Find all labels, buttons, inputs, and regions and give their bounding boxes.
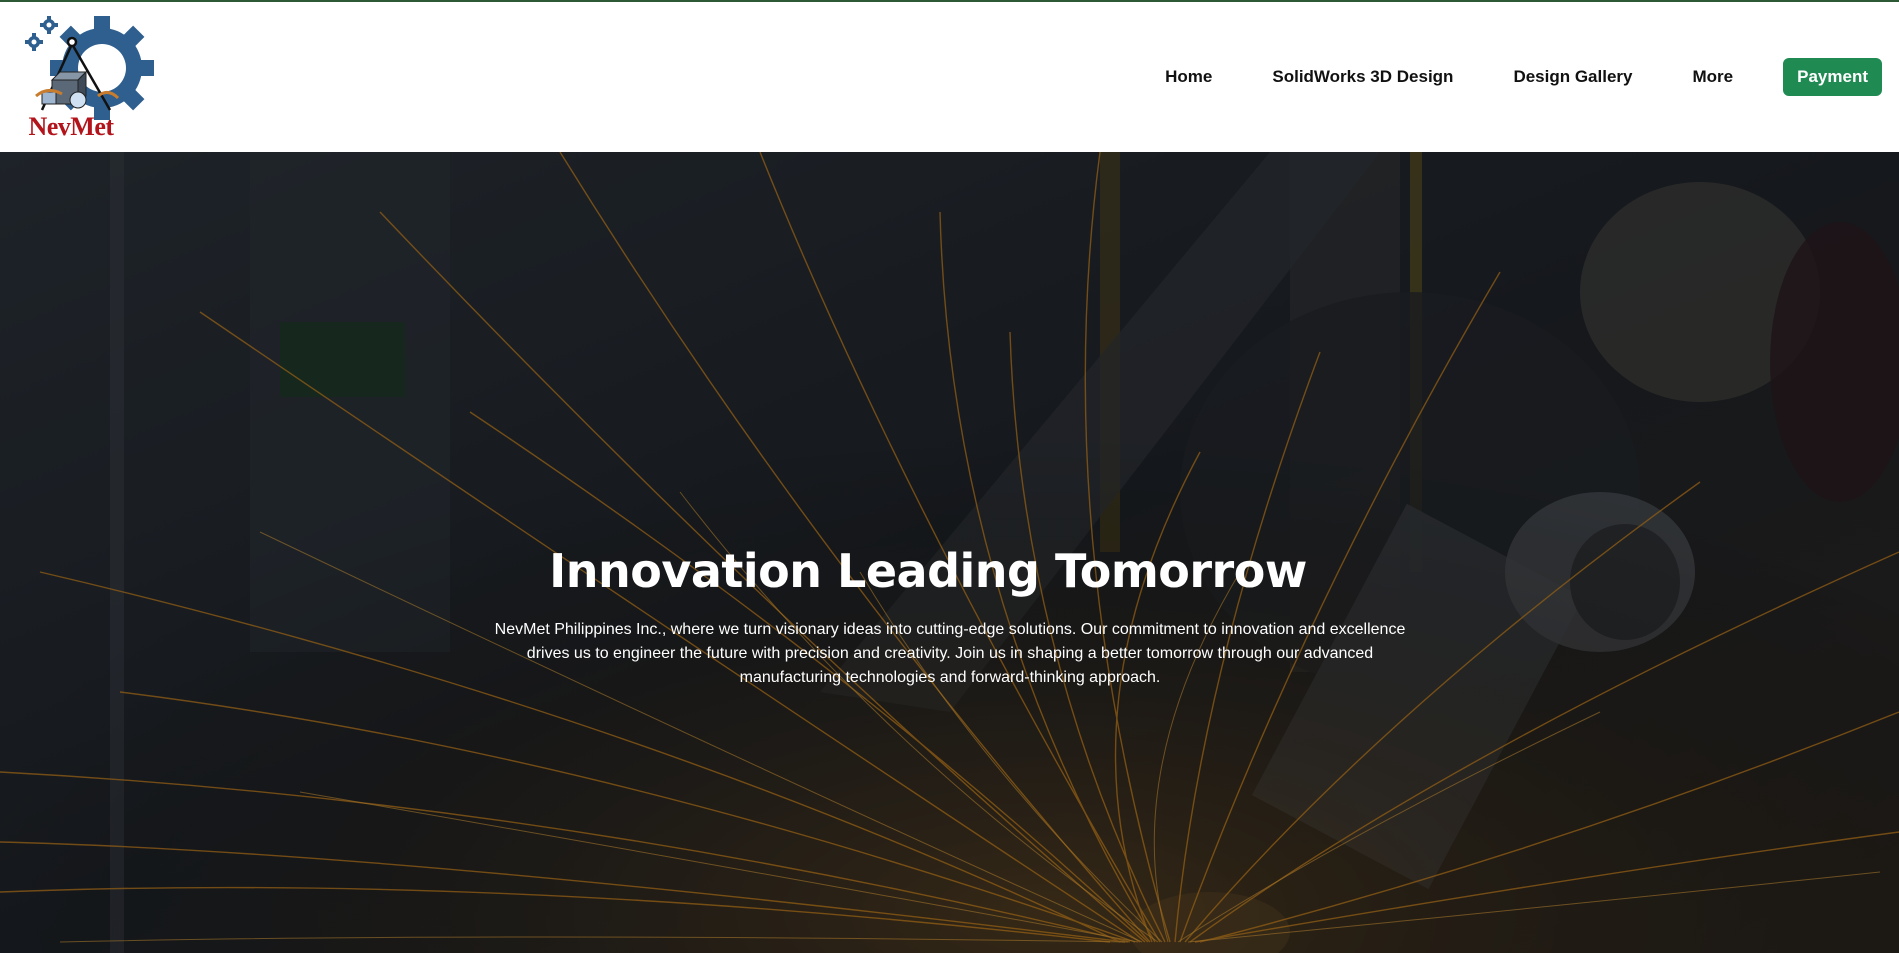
logo-text: NevMet bbox=[28, 112, 114, 141]
site-header: NevMet Home SolidWorks 3D Design Design … bbox=[0, 2, 1899, 152]
hero-section: Innovation Leading Tomorrow NevMet Phili… bbox=[0, 152, 1899, 953]
nav-more[interactable]: More bbox=[1693, 67, 1734, 87]
hero-title: Innovation Leading Tomorrow bbox=[549, 544, 1307, 598]
hero-description: NevMet Philippines Inc., where we turn v… bbox=[494, 621, 1406, 686]
nav-design-gallery[interactable]: Design Gallery bbox=[1513, 67, 1632, 87]
main-nav: Home SolidWorks 3D Design Design Gallery… bbox=[1135, 2, 1882, 152]
payment-button[interactable]: Payment bbox=[1783, 58, 1882, 96]
hero-content: Innovation Leading Tomorrow NevMet Phili… bbox=[0, 152, 1899, 953]
nav-home[interactable]: Home bbox=[1165, 67, 1212, 87]
nav-solidworks-3d-design[interactable]: SolidWorks 3D Design bbox=[1272, 67, 1453, 87]
